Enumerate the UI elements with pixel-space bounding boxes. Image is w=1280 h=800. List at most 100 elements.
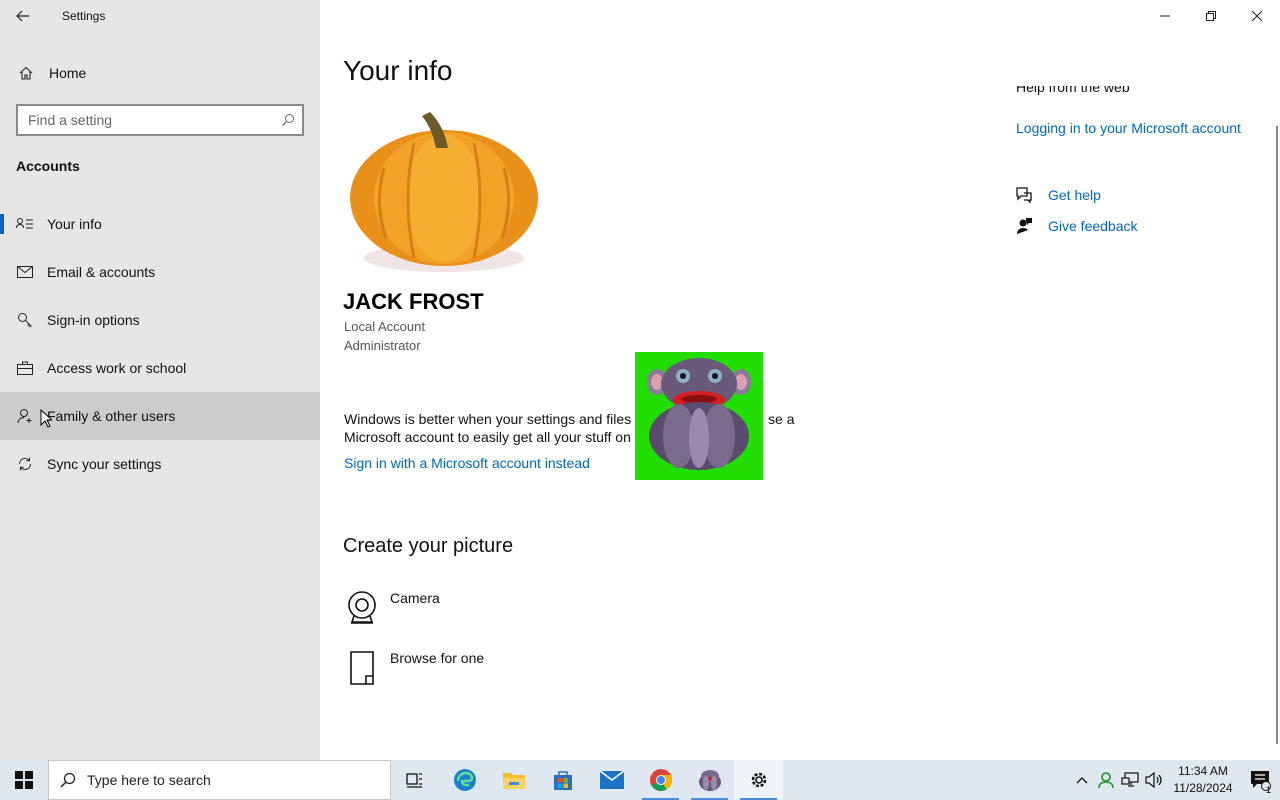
volume-tray-button[interactable] [1142,760,1166,800]
clock-time: 11:34 AM [1178,764,1228,778]
section-heading: Accounts [16,158,80,174]
restore-icon [1206,11,1216,21]
briefcase-icon [16,361,34,375]
give-feedback-label: Give feedback [1048,218,1138,234]
account-type: Local Account [344,319,425,334]
chrome-button[interactable] [636,760,685,800]
camera-label: Camera [390,590,440,606]
close-icon [1252,11,1262,21]
sidebar: Settings Home Accounts Your info Email &… [0,0,320,760]
sidebar-item-label: Sign-in options [47,312,140,328]
browse-file-icon [344,650,380,686]
browse-option[interactable]: Browse for one [344,650,484,686]
system-tray: 11:34 AM 11/28/2024 1 [1070,760,1280,800]
taskbar-search-text: Type here to search [87,772,211,788]
sign-in-microsoft-link[interactable]: Sign in with a Microsoft account instead [344,455,590,471]
sidebar-item-label: Email & accounts [47,264,156,280]
people-green-icon [1098,772,1114,789]
minimize-button[interactable] [1142,0,1188,32]
file-explorer-icon [502,773,525,789]
task-view-button[interactable] [391,760,440,800]
restore-button[interactable] [1188,0,1234,32]
home-nav-item[interactable]: Home [0,54,320,92]
people-tray-button[interactable] [1094,760,1118,800]
get-help-icon [1015,186,1033,204]
network-icon [1121,772,1139,787]
taskbar-apps [391,760,783,800]
mail-icon [599,771,624,789]
profile-picture [344,108,544,280]
app-title: Settings [62,9,106,23]
user-name: JACK FROST [343,289,484,314]
info-text-line1-end: se a [768,411,795,427]
sidebar-item-email-accounts[interactable]: Email & accounts [0,248,320,296]
clock-date: 11/28/2024 [1173,781,1233,795]
sidebar-item-your-info[interactable]: Your info [0,200,320,248]
mouse-cursor-icon [40,408,54,433]
camera-icon [344,590,380,626]
get-help-action[interactable]: Get help [1015,186,1101,204]
home-icon [17,65,35,81]
sync-icon [16,456,34,472]
volume-icon [1145,772,1162,788]
account-role: Administrator [344,338,421,353]
give-feedback-action[interactable]: Give feedback [1015,217,1138,235]
settings-button[interactable] [734,760,783,800]
taskbar-search-box[interactable]: Type here to search [48,760,391,800]
search-input[interactable] [18,112,274,128]
find-setting-box[interactable] [16,104,304,136]
info-text-line2: Microsoft account to easily get all your… [344,429,631,445]
chrome-icon [649,769,672,791]
page-title: Your info [343,55,453,86]
task-view-icon [405,773,422,788]
person-card-icon [16,217,34,231]
windows-logo-icon [15,771,33,789]
info-text-line1: Windows is better when your settings and… [344,411,632,427]
chevron-up-icon [1076,777,1088,784]
edge-button[interactable] [440,760,489,800]
help-web-heading: Help from the web [1016,86,1130,95]
feedback-icon [1015,217,1033,235]
home-label: Home [49,65,87,81]
sidebar-item-label: Sync your settings [47,456,162,472]
search-icon[interactable] [274,113,302,127]
back-arrow-icon [16,10,29,22]
create-picture-heading: Create your picture [343,535,514,557]
store-icon [553,771,572,790]
bonzi-button[interactable] [685,760,734,800]
person-add-icon [16,408,34,424]
sidebar-item-label: Family & other users [47,408,176,424]
bonzi-icon [698,770,721,791]
show-hidden-icons-button[interactable] [1070,760,1094,800]
back-button[interactable] [0,0,46,32]
mail-button[interactable] [587,760,636,800]
start-button[interactable] [0,760,48,800]
sidebar-item-label: Access work or school [47,360,187,376]
notification-count: 1 [1265,785,1271,795]
mail-icon [16,266,34,278]
browse-label: Browse for one [390,650,485,666]
window-controls [1142,0,1280,32]
camera-option[interactable]: Camera [344,590,440,626]
title-bar: Settings [0,0,320,32]
help-link-microsoft-login[interactable]: Logging in to your Microsoft account [1016,120,1241,136]
settings-icon [751,772,766,788]
close-button[interactable] [1234,0,1280,32]
accounts-nav: Your info Email & accounts Sign-in optio… [0,200,320,488]
edge-icon [453,769,476,791]
clock[interactable]: 11:34 AM 11/28/2024 [1166,763,1240,797]
store-button[interactable] [538,760,587,800]
sidebar-item-sign-in-options[interactable]: Sign-in options [0,296,320,344]
sidebar-item-access-work[interactable]: Access work or school [0,344,320,392]
sidebar-item-label: Your info [47,216,102,232]
minimize-icon [1160,15,1170,17]
key-icon [16,312,34,328]
taskbar: Type here to search 11:34 AM 11/28/2024 … [0,760,1280,800]
action-center-button[interactable]: 1 [1240,760,1280,800]
sidebar-item-sync-settings[interactable]: Sync your settings [0,440,320,488]
scrollbar[interactable] [1276,126,1278,744]
network-tray-button[interactable] [1118,760,1142,800]
search-icon [49,772,87,788]
file-explorer-button[interactable] [489,760,538,800]
get-help-label: Get help [1048,187,1101,203]
